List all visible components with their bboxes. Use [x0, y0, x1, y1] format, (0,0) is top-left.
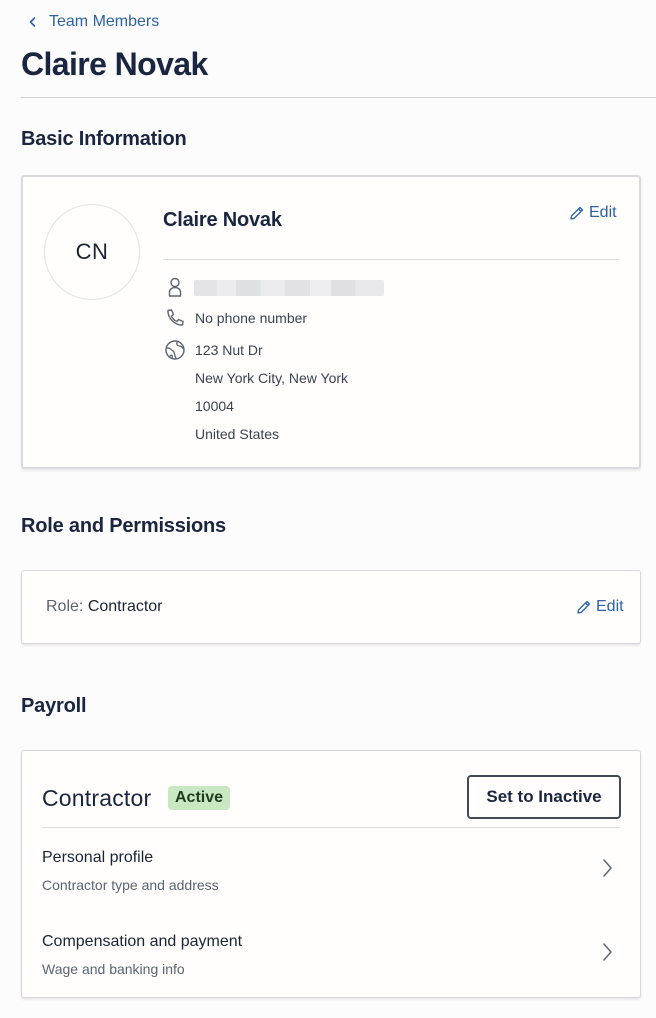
- row-subtitle: Wage and banking info: [42, 961, 185, 977]
- email-redacted: [194, 280, 384, 296]
- pencil-icon: [577, 600, 591, 614]
- row-title: Compensation and payment: [42, 933, 243, 950]
- role-label: Role:: [46, 598, 84, 615]
- edit-label: Edit: [589, 204, 617, 221]
- edit-role-button[interactable]: Edit: [576, 598, 624, 616]
- chevron-left-icon: [29, 17, 36, 27]
- card-divider: [163, 259, 619, 260]
- set-inactive-button[interactable]: Set to Inactive: [467, 775, 621, 819]
- breadcrumb-team-members[interactable]: Team Members: [28, 12, 159, 32]
- edit-basic-info-button[interactable]: Edit: [569, 204, 617, 222]
- role-line: Role: Contractor: [46, 598, 163, 616]
- globe-icon: [165, 340, 185, 360]
- status-badge: Active: [168, 786, 231, 810]
- payroll-divider: [42, 827, 620, 828]
- address-line-3: 10004: [195, 398, 234, 414]
- role-value: Contractor: [87, 598, 163, 615]
- title-divider: [21, 97, 656, 98]
- role-permissions-heading: Role and Permissions: [21, 515, 226, 537]
- pencil-icon: [570, 206, 584, 220]
- member-name: Claire Novak: [163, 209, 282, 231]
- row-title: Personal profile: [42, 849, 154, 866]
- personal-profile-row[interactable]: Personal profile Contractor type and add…: [22, 829, 638, 913]
- address-line-4: United States: [195, 426, 280, 442]
- person-icon: [168, 277, 182, 297]
- basic-information-heading: Basic Information: [21, 128, 187, 150]
- payroll-heading: Payroll: [21, 695, 87, 717]
- compensation-payment-row[interactable]: Compensation and payment Wage and bankin…: [22, 913, 638, 997]
- basic-information-card: CN Claire Novak Edit No phone number 123…: [21, 175, 641, 469]
- edit-label: Edit: [596, 598, 624, 615]
- contractor-title: Contractor: [42, 785, 152, 811]
- chevron-right-icon: [603, 943, 612, 961]
- address-line-2: New York City, New York: [195, 370, 349, 386]
- phone-icon: [167, 309, 184, 326]
- row-subtitle: Contractor type and address: [42, 877, 219, 893]
- page-title: Claire Novak: [21, 46, 208, 82]
- payroll-card: Contractor Active Set to Inactive Person…: [21, 750, 641, 998]
- phone-text: No phone number: [195, 310, 308, 326]
- role-card: Role: Contractor Edit: [21, 570, 641, 644]
- chevron-right-icon: [603, 859, 612, 877]
- avatar: CN: [44, 204, 140, 300]
- address-line-1: 123 Nut Dr: [195, 342, 263, 358]
- breadcrumb-label: Team Members: [49, 13, 160, 30]
